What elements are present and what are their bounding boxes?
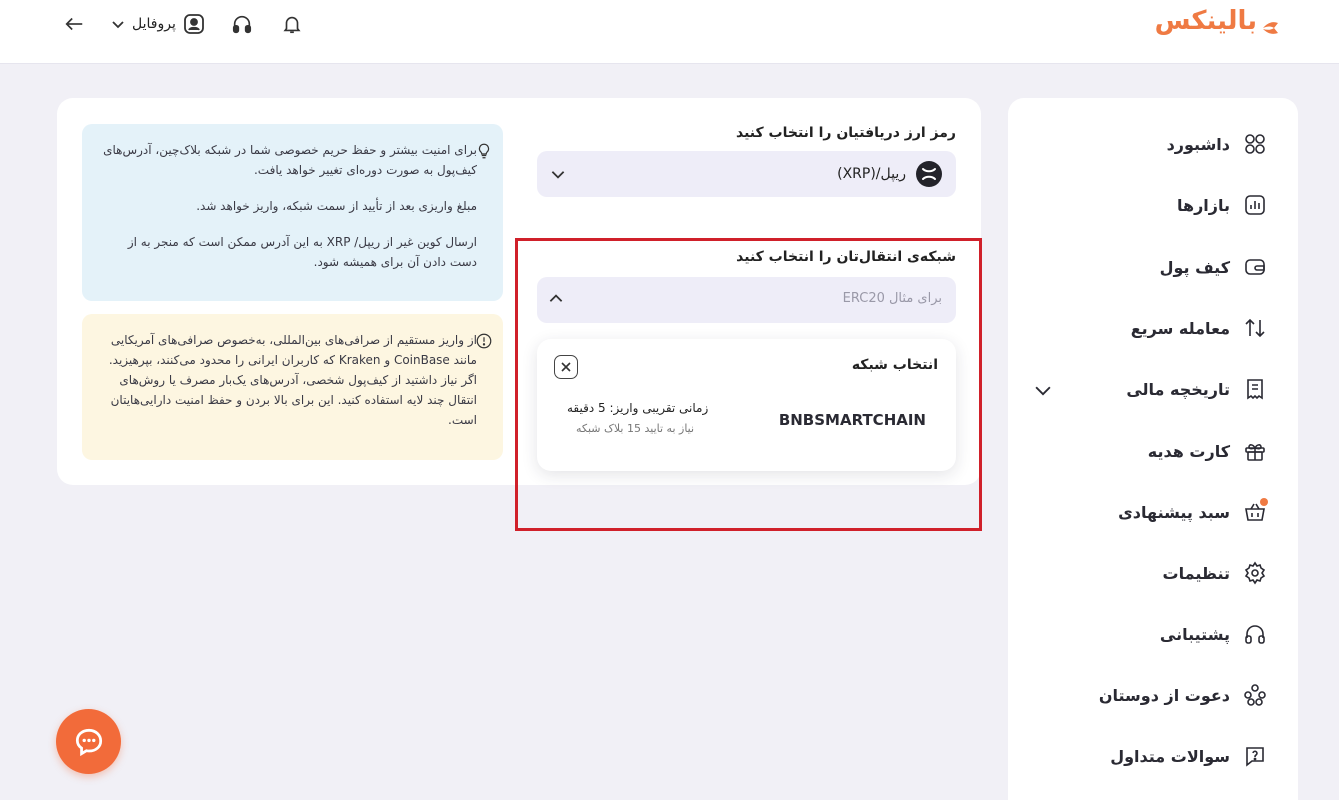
header-actions: پروفایل xyxy=(60,10,306,38)
chat-bubble-icon xyxy=(75,728,102,756)
chevron-up-icon xyxy=(547,290,565,312)
sidebar-item-label: کارت هدیه xyxy=(1147,441,1230,461)
sidebar-item-label: تنظیمات xyxy=(1162,563,1230,583)
bell-button[interactable] xyxy=(278,10,306,38)
sidebar-item-financial-history[interactable]: تاریخچه مالی xyxy=(1032,369,1268,409)
network-option-eta: زمانی تقریبی واریز: 5 دقیقه xyxy=(567,401,709,415)
sidebar-item-label: داشبورد xyxy=(1166,134,1230,154)
network-select[interactable]: برای مثال ERC20 xyxy=(537,277,956,323)
notification-dot xyxy=(1260,498,1268,506)
people-icon xyxy=(1242,682,1268,708)
swap-arrows-icon xyxy=(1242,315,1268,341)
sidebar-item-label: سبد پیشنهادی xyxy=(1118,502,1230,522)
chevron-down-icon xyxy=(112,21,124,29)
chart-bars-icon xyxy=(1242,192,1268,218)
close-button[interactable] xyxy=(554,355,578,379)
sidebar-item-label: تاریخچه مالی xyxy=(1126,379,1230,399)
sidebar-item-settings[interactable]: تنظیمات xyxy=(1032,553,1268,593)
info-paragraph: ارسال کوین غیر از ریپل/ XRP به این آدرس … xyxy=(127,235,477,269)
coin-field-title: رمز ارز دریافتیان را انتخاب کنید xyxy=(736,125,956,141)
xrp-coin-icon xyxy=(916,161,942,187)
profile-menu[interactable]: پروفایل xyxy=(110,12,206,36)
brand-mark-icon xyxy=(1261,13,1279,34)
receipt-icon xyxy=(1242,376,1268,402)
wallet-icon xyxy=(1242,254,1268,280)
sidebar-item-gift-card[interactable]: کارت هدیه xyxy=(1032,431,1268,471)
back-arrow-icon xyxy=(65,17,83,31)
sidebar-item-dashboard[interactable]: داشبورد xyxy=(1032,124,1268,164)
sidebar-item-faq[interactable]: سوالات متداول xyxy=(1032,736,1268,776)
sidebar-item-label: دعوت از دوستان xyxy=(1098,685,1230,705)
sidebar-item-markets[interactable]: بازارها xyxy=(1032,185,1268,225)
headset-icon xyxy=(232,15,251,34)
sidebar-item-quick-trade[interactable]: معامله سریع xyxy=(1032,308,1268,348)
warning-box-exchanges: از واریز مستقیم از صرافی‌های بین‌المللی،… xyxy=(82,314,503,460)
grid-icon xyxy=(1242,131,1268,157)
warning-text: از واریز مستقیم از صرافی‌های بین‌المللی،… xyxy=(108,333,477,427)
sidebar-item-label: بازارها xyxy=(1176,195,1230,215)
brand-logo[interactable]: بالینکس xyxy=(1155,6,1279,36)
info-paragraph: برای امنیت بیشتر و حفظ حریم خصوصی شما در… xyxy=(103,143,477,177)
network-dropdown-panel: انتخاب شبکه BNBSMARTCHAIN زمانی تقریبی و… xyxy=(537,339,956,471)
network-option-bnbsmartchain[interactable]: BNBSMARTCHAIN زمانی تقریبی واریز: 5 دقیق… xyxy=(547,391,946,453)
info-paragraph: مبلغ واریزی بعد از تأیید از سمت شبکه، وا… xyxy=(196,199,477,213)
network-panel-title: انتخاب شبکه xyxy=(851,357,938,373)
chevron-down-icon xyxy=(549,165,567,187)
sidebar-item-suggested-basket[interactable]: سبد پیشنهادی xyxy=(1032,492,1268,532)
network-option-name: BNBSMARTCHAIN xyxy=(778,411,926,429)
sidebar-item-invite-friends[interactable]: دعوت از دوستان xyxy=(1032,675,1268,715)
sidebar-item-support[interactable]: پشتیبانی xyxy=(1032,614,1268,654)
info-box-privacy: برای امنیت بیشتر و حفظ حریم خصوصی شما در… xyxy=(82,124,503,301)
bell-icon xyxy=(283,16,301,34)
lightbulb-icon xyxy=(478,143,490,159)
back-button[interactable] xyxy=(60,10,88,38)
chat-button[interactable] xyxy=(56,709,121,774)
support-button[interactable] xyxy=(228,10,256,38)
headset-icon xyxy=(1242,621,1268,647)
scrollbar[interactable] xyxy=(1330,64,1339,800)
network-placeholder: برای مثال ERC20 xyxy=(842,291,942,306)
sidebar-item-label: معامله سریع xyxy=(1130,318,1230,338)
top-header: بالینکس پروفایل xyxy=(0,0,1339,64)
close-icon xyxy=(561,362,571,372)
sidebar: داشبورد بازارها کیف پول معامله سریع تاری… xyxy=(1008,98,1298,800)
profile-label: پروفایل xyxy=(132,16,176,32)
coin-select[interactable]: ریپل/(XRP) xyxy=(537,151,956,197)
network-field-title: شبکه‌ی انتقال‌تان را انتخاب کنید xyxy=(736,249,956,265)
gear-icon xyxy=(1242,560,1268,586)
chevron-down-icon[interactable] xyxy=(1032,379,1054,405)
coin-selected-label: ریپل/(XRP) xyxy=(837,166,906,182)
network-option-confirmations: نیاز به تایید 15 بلاک شبکه xyxy=(576,422,695,435)
sidebar-item-label: پشتیبانی xyxy=(1159,624,1230,644)
user-icon xyxy=(183,14,204,34)
brand-name: بالینکس xyxy=(1154,6,1257,36)
sidebar-item-label: سوالات متداول xyxy=(1110,746,1230,766)
basket-icon xyxy=(1242,498,1268,525)
sidebar-item-wallet[interactable]: کیف پول xyxy=(1032,247,1268,287)
gift-icon xyxy=(1242,438,1268,464)
warning-icon xyxy=(476,333,492,349)
question-chat-icon xyxy=(1242,743,1268,769)
sidebar-item-label: کیف پول xyxy=(1159,257,1230,277)
